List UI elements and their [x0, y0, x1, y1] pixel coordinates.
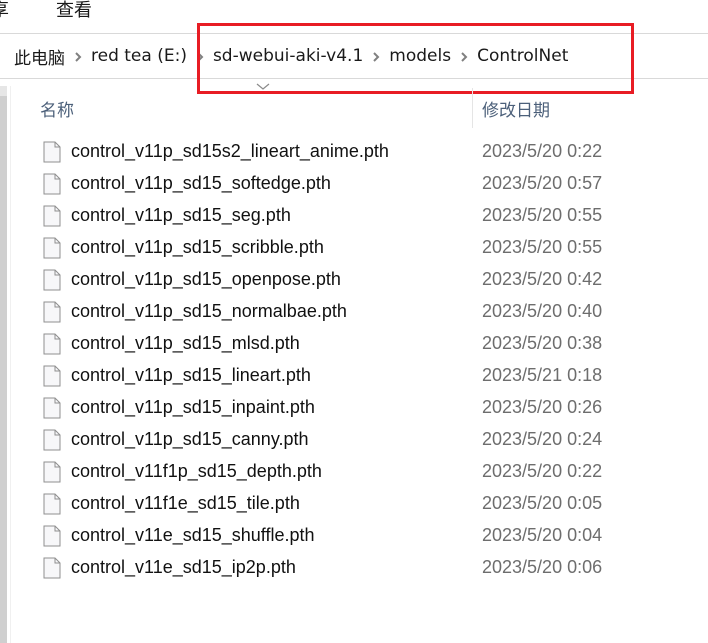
file-row[interactable]: control_v11p_sd15_canny.pth 2023/5/20 0:…: [12, 424, 708, 456]
file-row[interactable]: control_v11p_sd15_seg.pth 2023/5/20 0:55: [12, 200, 708, 232]
file-name: control_v11p_sd15_canny.pth: [71, 429, 309, 449]
column-resize-handle[interactable]: [472, 88, 473, 128]
file-date-modified: 2023/5/20 0:04: [482, 525, 603, 545]
file-row[interactable]: control_v11f1p_sd15_depth.pth 2023/5/20 …: [12, 456, 708, 488]
file-row[interactable]: control_v11e_sd15_shuffle.pth 2023/5/20 …: [12, 520, 708, 552]
file-date-modified: 2023/5/20 0:26: [482, 397, 603, 417]
nav-pane-scrollbar-track: [0, 86, 7, 96]
file-icon: [43, 461, 61, 483]
file-icon: [43, 173, 61, 195]
file-row[interactable]: control_v11p_sd15_softedge.pth 2023/5/20…: [12, 168, 708, 200]
file-date-modified: 2023/5/20 0:57: [482, 173, 603, 193]
breadcrumb-drive-e[interactable]: red tea (E:): [89, 46, 189, 66]
column-header-row: 名称 修改日期: [12, 80, 708, 130]
file-date-modified: 2023/5/20 0:24: [482, 429, 603, 449]
file-icon: [43, 141, 61, 163]
file-icon: [43, 397, 61, 419]
file-date-modified: 2023/5/20 0:22: [482, 141, 603, 161]
file-date-modified: 2023/5/20 0:40: [482, 301, 603, 321]
ribbon-tabs: 享 查看: [0, 0, 708, 28]
file-icon: [43, 333, 61, 355]
file-date-modified: 2023/5/20 0:55: [482, 205, 603, 225]
breadcrumb-controlnet[interactable]: ControlNet: [475, 46, 570, 66]
file-date-modified: 2023/5/20 0:42: [482, 269, 603, 289]
file-name: control_v11p_sd15_softedge.pth: [71, 173, 331, 193]
file-date-modified: 2023/5/20 0:38: [482, 333, 603, 353]
file-name: control_v11p_sd15_normalbae.pth: [71, 301, 347, 321]
file-name: control_v11p_sd15s2_lineart_anime.pth: [71, 141, 389, 161]
file-row[interactable]: control_v11p_sd15_openpose.pth 2023/5/20…: [12, 264, 708, 296]
file-icon: [43, 557, 61, 579]
file-date-modified: 2023/5/20 0:05: [482, 493, 603, 513]
file-row[interactable]: control_v11p_sd15_normalbae.pth 2023/5/2…: [12, 296, 708, 328]
file-name: control_v11e_sd15_shuffle.pth: [71, 525, 315, 545]
file-icon: [43, 205, 61, 227]
sort-chevron-icon: [256, 83, 270, 90]
file-icon: [43, 429, 61, 451]
file-date-modified: 2023/5/20 0:22: [482, 461, 603, 481]
chevron-right-icon[interactable]: [189, 49, 211, 64]
file-icon: [43, 493, 61, 515]
nav-pane-scrollbar[interactable]: [0, 86, 7, 643]
file-name: control_v11p_sd15_openpose.pth: [71, 269, 341, 289]
breadcrumb-this-pc[interactable]: 此电脑: [12, 44, 67, 69]
file-row[interactable]: control_v11p_sd15s2_lineart_anime.pth 20…: [12, 136, 708, 168]
ribbon-tab-share[interactable]: 享: [0, 0, 9, 24]
file-name: control_v11p_sd15_seg.pth: [71, 205, 291, 225]
file-icon: [43, 525, 61, 547]
file-name: control_v11p_sd15_scribble.pth: [71, 237, 324, 257]
file-list: control_v11p_sd15s2_lineart_anime.pth 20…: [12, 136, 708, 584]
file-date-modified: 2023/5/20 0:06: [482, 557, 603, 577]
file-row[interactable]: control_v11p_sd15_mlsd.pth 2023/5/20 0:3…: [12, 328, 708, 360]
file-row[interactable]: control_v11p_sd15_lineart.pth 2023/5/21 …: [12, 360, 708, 392]
file-date-modified: 2023/5/20 0:55: [482, 237, 603, 257]
chevron-right-icon[interactable]: [365, 49, 387, 64]
chevron-right-icon[interactable]: [67, 49, 89, 64]
file-date-modified: 2023/5/21 0:18: [482, 365, 603, 385]
file-name: control_v11p_sd15_lineart.pth: [71, 365, 311, 385]
column-header-date-modified[interactable]: 修改日期: [482, 96, 550, 121]
file-row[interactable]: control_v11e_sd15_ip2p.pth 2023/5/20 0:0…: [12, 552, 708, 584]
address-bar[interactable]: 此电脑 red tea (E:) sd-webui-aki-v4.1 model…: [0, 33, 708, 79]
file-icon: [43, 269, 61, 291]
file-name: control_v11f1e_sd15_tile.pth: [71, 493, 300, 513]
file-row[interactable]: control_v11p_sd15_inpaint.pth 2023/5/20 …: [12, 392, 708, 424]
file-name: control_v11p_sd15_mlsd.pth: [71, 333, 300, 353]
file-name: control_v11f1p_sd15_depth.pth: [71, 461, 322, 481]
file-name: control_v11p_sd15_inpaint.pth: [71, 397, 315, 417]
file-icon: [43, 301, 61, 323]
file-row[interactable]: control_v11f1e_sd15_tile.pth 2023/5/20 0…: [12, 488, 708, 520]
chevron-right-icon[interactable]: [453, 49, 475, 64]
breadcrumb-models[interactable]: models: [387, 46, 453, 66]
column-header-name[interactable]: 名称: [40, 96, 74, 121]
file-name: control_v11e_sd15_ip2p.pth: [71, 557, 296, 577]
breadcrumb-sd-webui[interactable]: sd-webui-aki-v4.1: [211, 46, 365, 66]
pane-divider[interactable]: [10, 86, 11, 643]
breadcrumb: 此电脑 red tea (E:) sd-webui-aki-v4.1 model…: [0, 34, 570, 78]
file-icon: [43, 237, 61, 259]
ribbon-tab-view[interactable]: 查看: [56, 0, 92, 24]
file-row[interactable]: control_v11p_sd15_scribble.pth 2023/5/20…: [12, 232, 708, 264]
file-icon: [43, 365, 61, 387]
